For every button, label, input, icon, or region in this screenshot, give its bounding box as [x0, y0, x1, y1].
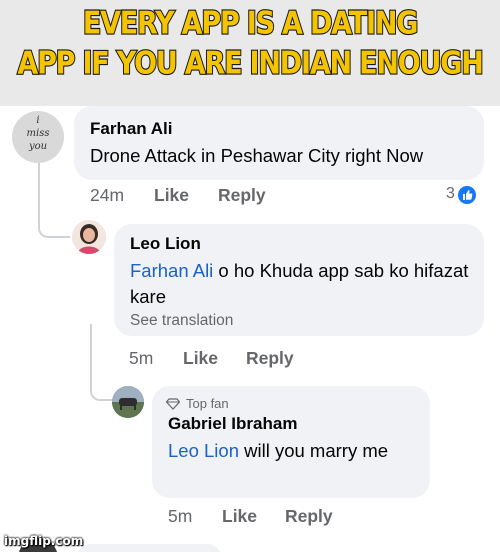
meme-caption: EVERY APP IS A DATING APP IF YOU ARE IND… [0, 0, 500, 106]
comment-author[interactable]: Farhan Ali [90, 119, 173, 139]
top-fan-label: Top fan [186, 396, 229, 411]
comment-body: will you marry me [238, 440, 389, 461]
comment-bubble-leo: Leo Lion Farhan Ali o ho Khuda app sab k… [114, 224, 484, 336]
avatar-text-1: i [36, 115, 40, 126]
thread-connector-2 [90, 324, 112, 401]
avatar-gabriel-ibraham[interactable] [112, 386, 144, 418]
comment-actions-leo: 5m Like Reply [129, 348, 429, 372]
diamond-icon [166, 398, 180, 410]
comment-author[interactable]: Leo Lion [130, 234, 201, 254]
avatar-farhan-ali[interactable]: i miss you [12, 111, 64, 163]
profile-photo-icon [112, 386, 144, 418]
comment-author[interactable]: Gabriel Ibraham [168, 414, 297, 434]
like-button[interactable]: Like [222, 506, 257, 527]
comment-bubble-next [76, 544, 222, 552]
comment-actions-farhan: 24m Like Reply [90, 185, 390, 209]
mention-link[interactable]: Farhan Ali [130, 260, 213, 281]
comment-thread: i miss you Farhan Ali Drone Attack in Pe… [0, 106, 500, 552]
reply-button[interactable]: Reply [285, 506, 333, 527]
reply-button[interactable]: Reply [246, 348, 294, 369]
comment-text: Farhan Ali o ho Khuda app sab ko hifazat… [130, 258, 470, 310]
reaction-count: 3 [446, 185, 455, 202]
caption-line-1: EVERY APP IS A DATING [82, 5, 420, 43]
comment-time[interactable]: 24m [90, 185, 124, 206]
comment-time[interactable]: 5m [129, 348, 153, 369]
watermark: imgflip.com [4, 534, 84, 548]
reply-button[interactable]: Reply [218, 185, 266, 206]
comment-time[interactable]: 5m [168, 506, 192, 527]
comment-text: Leo Lion will you marry me [168, 438, 418, 464]
avatar-text-3: you [28, 141, 48, 152]
mention-link[interactable]: Leo Lion [168, 440, 239, 461]
comment-text: Drone Attack in Peshawar City right Now [90, 145, 424, 166]
see-translation-link[interactable]: See translation [130, 312, 233, 330]
avatar-text-2: miss [26, 128, 50, 139]
profile-photo-icon [72, 220, 106, 254]
like-button[interactable]: Like [183, 348, 218, 369]
comment-bubble-farhan: Farhan Ali Drone Attack in Peshawar City… [74, 106, 484, 180]
comment-actions-gabriel: 5m Like Reply [168, 506, 428, 530]
comment-bubble-gabriel: Top fan Gabriel Ibraham Leo Lion will yo… [152, 386, 430, 498]
caption-line-2: APP IF YOU ARE INDIAN ENOUGH [16, 45, 484, 83]
thread-connector-1 [38, 158, 70, 238]
avatar-leo-lion[interactable] [72, 220, 106, 254]
like-button[interactable]: Like [154, 185, 189, 206]
reaction-summary[interactable]: 3 [446, 185, 486, 207]
thumbs-up-icon [458, 186, 476, 204]
